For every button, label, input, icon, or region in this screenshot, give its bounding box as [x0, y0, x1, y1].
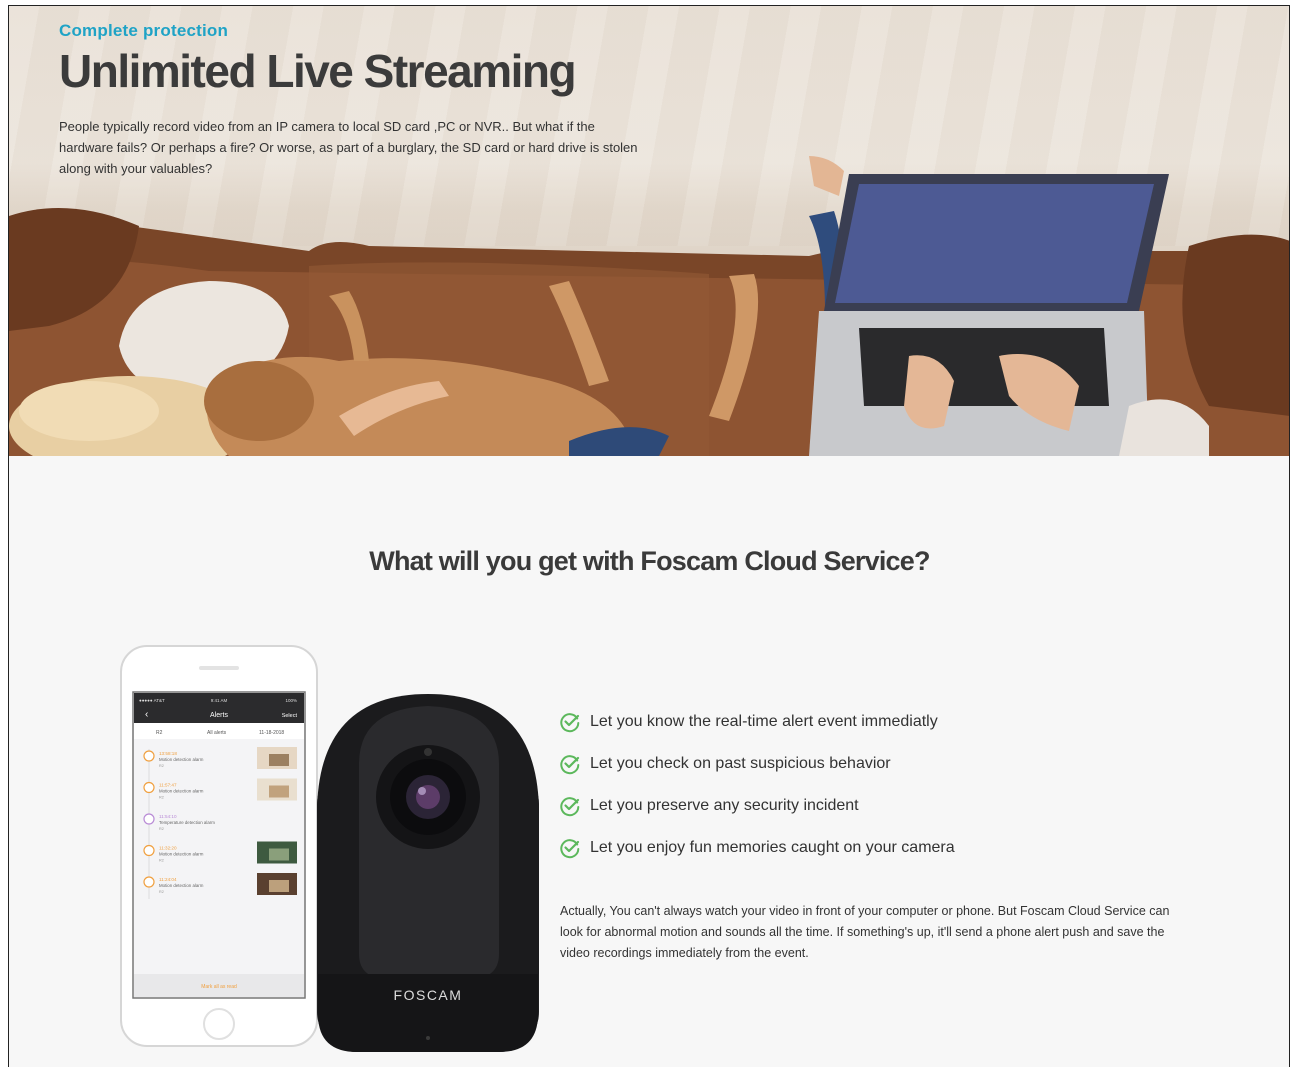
alert-label: Temperature detection alarm [159, 820, 215, 825]
hero-banner: Complete protection Unlimited Live Strea… [9, 6, 1289, 456]
alert-time: 11:57:47 [159, 783, 177, 788]
section-title: What will you get with Foscam Cloud Serv… [369, 546, 930, 576]
phone-filter-camera: R2 [156, 730, 163, 736]
alert-label: Motion detection alarm [159, 757, 204, 762]
phone-status-battery: 100% [285, 698, 297, 703]
alert-type-icon [143, 781, 155, 794]
feature-item: Let you enjoy fun memories caught on you… [559, 827, 955, 869]
alert-type-icon [143, 876, 155, 888]
check-circle-icon [560, 839, 580, 859]
feature-text: Let you enjoy fun memories caught on you… [590, 839, 955, 856]
alert-time: 11:24:04 [159, 877, 177, 882]
alert-camera: R2 [159, 827, 164, 831]
alert-label: Motion detection alarm [159, 852, 204, 857]
phone-nav-title: Alerts [210, 712, 228, 719]
phone-filter-type: All alerts [207, 730, 227, 736]
alert-camera: R2 [159, 796, 164, 800]
check-circle-icon [560, 713, 580, 733]
check-circle-icon [560, 797, 580, 817]
page-frame: Complete protection Unlimited Live Strea… [8, 5, 1290, 1067]
hero-eyebrow: Complete protection [59, 21, 229, 40]
product-image: ●●●●● AT&T 9:41 AM 100% ‹ Alerts Select … [120, 645, 539, 1052]
alert-time: 11:32:20 [159, 846, 177, 851]
alert-camera: R2 [159, 764, 164, 768]
service-note: Actually, You can't always watch your vi… [560, 904, 1170, 960]
alert-time: 11:54:10 [159, 814, 177, 819]
hero-photo [9, 156, 1289, 456]
phone-status-carrier: ●●●●● AT&T [139, 698, 165, 703]
phone-filter-date: 11-18-2018 [259, 730, 284, 736]
alert-camera: R2 [159, 859, 164, 863]
phone-nav-action: Select [282, 713, 298, 719]
feature-item: Let you preserve any security incident [559, 785, 955, 827]
alert-label: Motion detection alarm [159, 789, 204, 794]
feature-text: Let you know the real-time alert event i… [590, 713, 938, 730]
feature-item: Let you know the real-time alert event i… [559, 701, 955, 743]
foscam-camera: FOSCAM [317, 694, 539, 1052]
phone-status-time: 9:41 AM [211, 698, 228, 703]
alert-camera: R2 [159, 890, 164, 894]
alert-label: Motion detection alarm [159, 883, 204, 888]
alert-time: 13:58:18 [159, 751, 177, 756]
hero-description: People typically record video from an IP… [59, 119, 638, 176]
feature-item: Let you check on past suspicious behavio… [559, 743, 955, 785]
alert-type-icon [143, 813, 155, 825]
alert-type-icon [143, 750, 155, 762]
feature-text: Let you check on past suspicious behavio… [590, 755, 891, 772]
alert-type-icon [143, 844, 155, 857]
phone-footer-link: Mark all as read [201, 984, 237, 990]
camera-brand-label: FOSCAM [394, 987, 463, 1003]
check-circle-icon [560, 755, 580, 775]
hero-title: Unlimited Live Streaming [59, 45, 577, 97]
back-chevron-icon: ‹ [145, 709, 148, 720]
feature-list: Let you know the real-time alert event i… [559, 701, 955, 869]
feature-text: Let you preserve any security incident [590, 797, 859, 814]
